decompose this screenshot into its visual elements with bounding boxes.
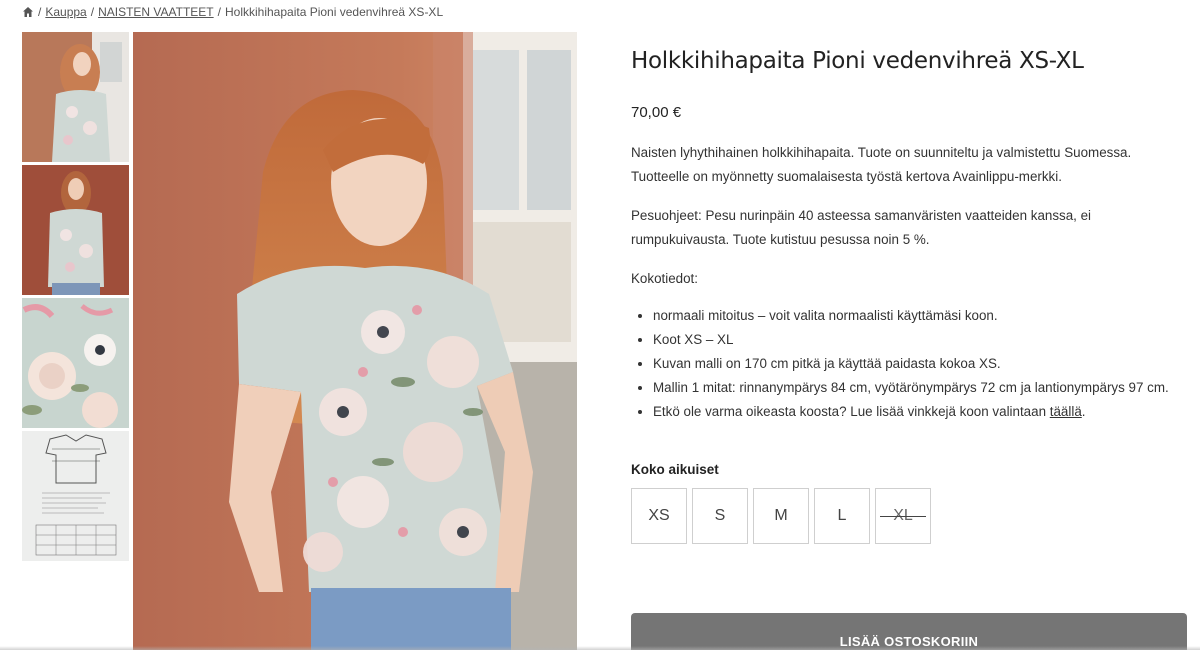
add-to-cart-button[interactable]: LISÄÄ OSTOSKORIIN: [631, 613, 1187, 650]
size-info-list: normaali mitoitus – voit valita normaali…: [631, 304, 1191, 424]
home-icon[interactable]: [22, 6, 34, 18]
description-paragraph: Naisten lyhythihainen holkkihihapaita. T…: [631, 145, 1132, 184]
care-instructions: Pesuohjeet: Pesu nurinpäin 40 asteessa s…: [631, 208, 1092, 247]
list-item-end: .: [1081, 404, 1086, 419]
size-option-label: XS: [648, 507, 670, 524]
main-product-image[interactable]: [133, 32, 577, 650]
size-info-heading: Kokotiedot:: [631, 271, 698, 286]
list-item: Koot XS – XL: [653, 328, 1191, 352]
size-option-label: L: [837, 507, 847, 524]
breadcrumb-current: Holkkihihapaita Pioni vedenvihreä XS-XL: [224, 5, 444, 19]
size-option-label: M: [774, 507, 788, 524]
size-option-m[interactable]: M: [753, 488, 809, 544]
thumbnail-4-size-chart[interactable]: [22, 431, 129, 561]
thumbnail-3[interactable]: [22, 298, 129, 428]
product-description: Naisten lyhythihainen holkkihihapaita. T…: [631, 141, 1191, 424]
size-option-l[interactable]: L: [814, 488, 870, 544]
size-option-xs[interactable]: XS: [631, 488, 687, 544]
size-guide-link[interactable]: täällä: [1050, 404, 1082, 419]
list-item: Etkö ole varma oikeasta koosta? Lue lisä…: [653, 400, 1191, 424]
size-selector-label: Koko aikuiset: [631, 462, 719, 477]
breadcrumb-link-category[interactable]: NAISTEN VAATTEET: [98, 5, 214, 19]
size-option-xl-unavailable[interactable]: XL: [875, 488, 931, 544]
thumbnail-2[interactable]: [22, 165, 129, 295]
list-item: Kuvan malli on 170 cm pitkä ja käyttää p…: [653, 352, 1191, 376]
unavailable-strike: [880, 516, 926, 517]
product-info: Holkkihihapaita Pioni vedenvihreä XS-XL …: [631, 48, 1191, 544]
product-price: 70,00 €: [631, 104, 682, 121]
breadcrumb-link-shop[interactable]: Kauppa: [45, 5, 86, 19]
thumbnail-1[interactable]: [22, 32, 129, 162]
breadcrumb: / Kauppa / NAISTEN VAATTEET / Holkkihiha…: [22, 5, 443, 19]
breadcrumb-separator: /: [90, 5, 95, 19]
breadcrumb-separator: /: [217, 5, 221, 19]
thumbnail-gallery: [22, 32, 129, 564]
size-option-s[interactable]: S: [692, 488, 748, 544]
list-item: Mallin 1 mitat: rinnanympärys 84 cm, vyö…: [653, 376, 1191, 400]
size-option-label: S: [714, 507, 726, 524]
breadcrumb-separator: /: [38, 5, 42, 19]
product-title: Holkkihihapaita Pioni vedenvihreä XS-XL: [631, 48, 1084, 74]
list-item: normaali mitoitus – voit valita normaali…: [653, 304, 1191, 328]
size-guide-text: Etkö ole varma oikeasta koosta? Lue lisä…: [653, 404, 1050, 419]
size-selector: XS S M L XL: [631, 488, 1191, 544]
add-to-cart-label: LISÄÄ OSTOSKORIIN: [839, 634, 979, 649]
